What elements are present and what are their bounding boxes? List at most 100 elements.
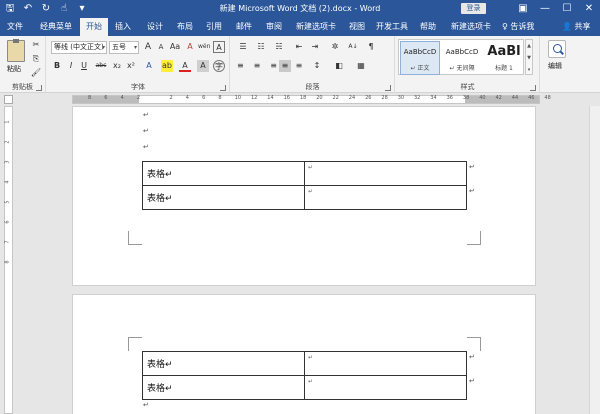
tab-mailings[interactable]: 邮件 [231,18,257,36]
chinese-layout-icon[interactable]: ✲ [329,41,341,53]
shrink-font-icon[interactable]: A [155,41,167,53]
table-cell[interactable]: 表格↵ [142,161,305,186]
table-cell[interactable]: 表格↵ [142,375,305,400]
font-size-select[interactable]: 五号 ▾ [109,41,139,54]
paste-icon[interactable] [7,39,25,62]
subscript-button[interactable]: x₂ [111,60,123,72]
document-table[interactable]: 表格↵ ↵ 表格↵ ↵ [142,351,467,400]
vertical-scrollbar[interactable] [589,106,600,414]
styles-scroll[interactable]: ▲ ▼ ▾ [525,39,533,75]
tab-review[interactable]: 审阅 [261,18,287,36]
font-color-icon[interactable]: A [179,60,191,72]
multilevel-list-icon[interactable]: ☵ [273,41,285,53]
tab-help[interactable]: 帮助 [415,18,441,36]
tab-new-tab-2[interactable]: 新建选项卡 [446,18,496,36]
ribbon-display-options-icon[interactable]: ▣ [512,0,534,18]
table-cell[interactable]: ↵ [304,375,467,400]
tab-design[interactable]: 设计 [142,18,168,36]
text-effects-icon[interactable]: A [143,60,155,72]
line-spacing-icon[interactable]: ↕ [311,60,323,72]
show-formatting-marks-icon[interactable]: ¶ [365,41,377,53]
scroll-down-icon[interactable]: ▼ [526,52,532,64]
styles-launcher-icon[interactable] [530,85,536,91]
tell-me-search[interactable]: ♀ 告诉我 [502,18,534,36]
center-icon[interactable]: ≡ [251,60,263,72]
document-table[interactable]: 表格↵ ↵ 表格↵ ↵ [142,161,467,210]
distribute-icon[interactable]: ≡ [293,60,305,72]
clear-formatting-icon[interactable]: A [184,41,196,53]
login-button[interactable]: 登录 [461,3,486,14]
superscript-button[interactable]: x² [125,60,137,72]
tab-file[interactable]: 文件 [2,18,28,36]
font-name-select[interactable]: 等线 (中文正文) ▾ [51,41,107,54]
scroll-up-icon[interactable]: ▲ [526,40,532,52]
search-icon[interactable] [548,40,566,58]
ruler-label: 8 [88,95,92,101]
tab-view[interactable]: 视图 [344,18,370,36]
table-cell[interactable]: 表格↵ [142,351,305,376]
font-launcher-icon[interactable] [220,85,226,91]
justify-icon[interactable]: ≡ [279,60,291,72]
style-heading-1[interactable]: AaBl 标题 1 [484,41,524,75]
copy-icon[interactable]: ⎘ [30,53,42,65]
style-no-spacing[interactable]: AaBbCcD ↵ 无间隔 [442,41,482,75]
table-cell[interactable]: ↵ [304,351,467,376]
bold-button[interactable]: B [51,60,63,72]
tab-new-tab-1[interactable]: 新建选项卡 [291,18,341,36]
tab-references[interactable]: 引用 [201,18,227,36]
strikethrough-button[interactable]: abc [93,60,109,72]
table-row: 表格↵ ↵ [142,185,467,210]
borders-icon[interactable]: ▦ [355,60,367,72]
align-left-icon[interactable]: ≡ [237,60,249,72]
paste-button-label[interactable]: 粘贴 [7,64,21,74]
clipboard-launcher-icon[interactable] [36,85,42,91]
shading-icon[interactable]: ◧ [333,60,345,72]
paragraph-launcher-icon[interactable] [385,85,391,91]
grow-font-icon[interactable]: A [142,41,154,53]
tab-selector[interactable] [4,95,13,104]
table-cell[interactable]: ↵ [304,161,467,186]
share-button[interactable]: 👤 共享 [562,18,591,36]
bullets-icon[interactable]: ☰ [237,41,249,53]
cell-mark: ↵ [308,188,314,195]
underline-button[interactable]: U [78,60,90,72]
table-cell[interactable]: 表格↵ [142,185,305,210]
tab-developer[interactable]: 开发工具 [373,18,411,36]
vruler-label: 7 [4,240,11,244]
style-normal[interactable]: AaBbCcD ↵ 正文 [400,41,440,75]
tab-insert[interactable]: 插入 [110,18,136,36]
minimize-icon[interactable]: — [534,0,556,18]
increase-indent-icon[interactable]: ⇥ [309,41,321,53]
table-row: 表格↵ ↵ [142,351,467,376]
table-cell[interactable]: ↵ [304,185,467,210]
decrease-indent-icon[interactable]: ⇤ [293,41,305,53]
vruler-label: 3 [4,160,11,164]
phonetic-guide-icon[interactable]: wén [198,41,210,53]
document-page-1[interactable]: ↵ ↵ ↵ 表格↵ ↵ 表格↵ ↵ ↵ ↵ [72,106,536,286]
tab-layout[interactable]: 布局 [172,18,198,36]
horizontal-ruler[interactable]: 8 6 4 2 2 4 6 8 10 12 14 16 18 20 22 24 26 28 30 32 34 36 38 40… [0,93,600,106]
cut-icon[interactable]: ✂ [30,39,42,51]
maximize-icon[interactable]: ☐ [556,0,578,18]
tab-home[interactable]: 开始 [80,18,108,36]
change-case-icon[interactable]: Aa [169,41,181,53]
close-icon[interactable]: ✕ [578,0,600,18]
vertical-ruler[interactable]: 1 2 3 4 5 6 7 8 [4,106,13,414]
vruler-label: 5 [4,200,11,204]
sort-icon[interactable]: A↓ [347,41,359,53]
ruler-label: 40 [479,95,486,101]
ruler-label: 6 [202,95,206,101]
enclose-characters-icon[interactable]: 字 [213,60,225,72]
character-border-icon[interactable]: A [213,41,225,53]
more-styles-icon[interactable]: ▾ [526,64,532,76]
window-title: 新建 Microsoft Word 文档 (2).docx - Word [219,4,381,13]
character-shading-icon[interactable]: A [197,60,209,72]
document-page-2[interactable]: 表格↵ ↵ 表格↵ ↵ ↵ ↵ ↵ [72,294,536,414]
numbering-icon[interactable]: ☷ [255,41,267,53]
editing-button[interactable]: 编辑 [548,61,562,71]
format-painter-icon[interactable]: 🖌 [30,67,42,79]
highlight-color-icon[interactable]: ab [161,60,173,72]
tab-classic-menu[interactable]: 经典菜单 [37,18,75,36]
align-right-icon[interactable]: ≡ [265,60,277,72]
italic-button[interactable]: I [65,60,77,72]
